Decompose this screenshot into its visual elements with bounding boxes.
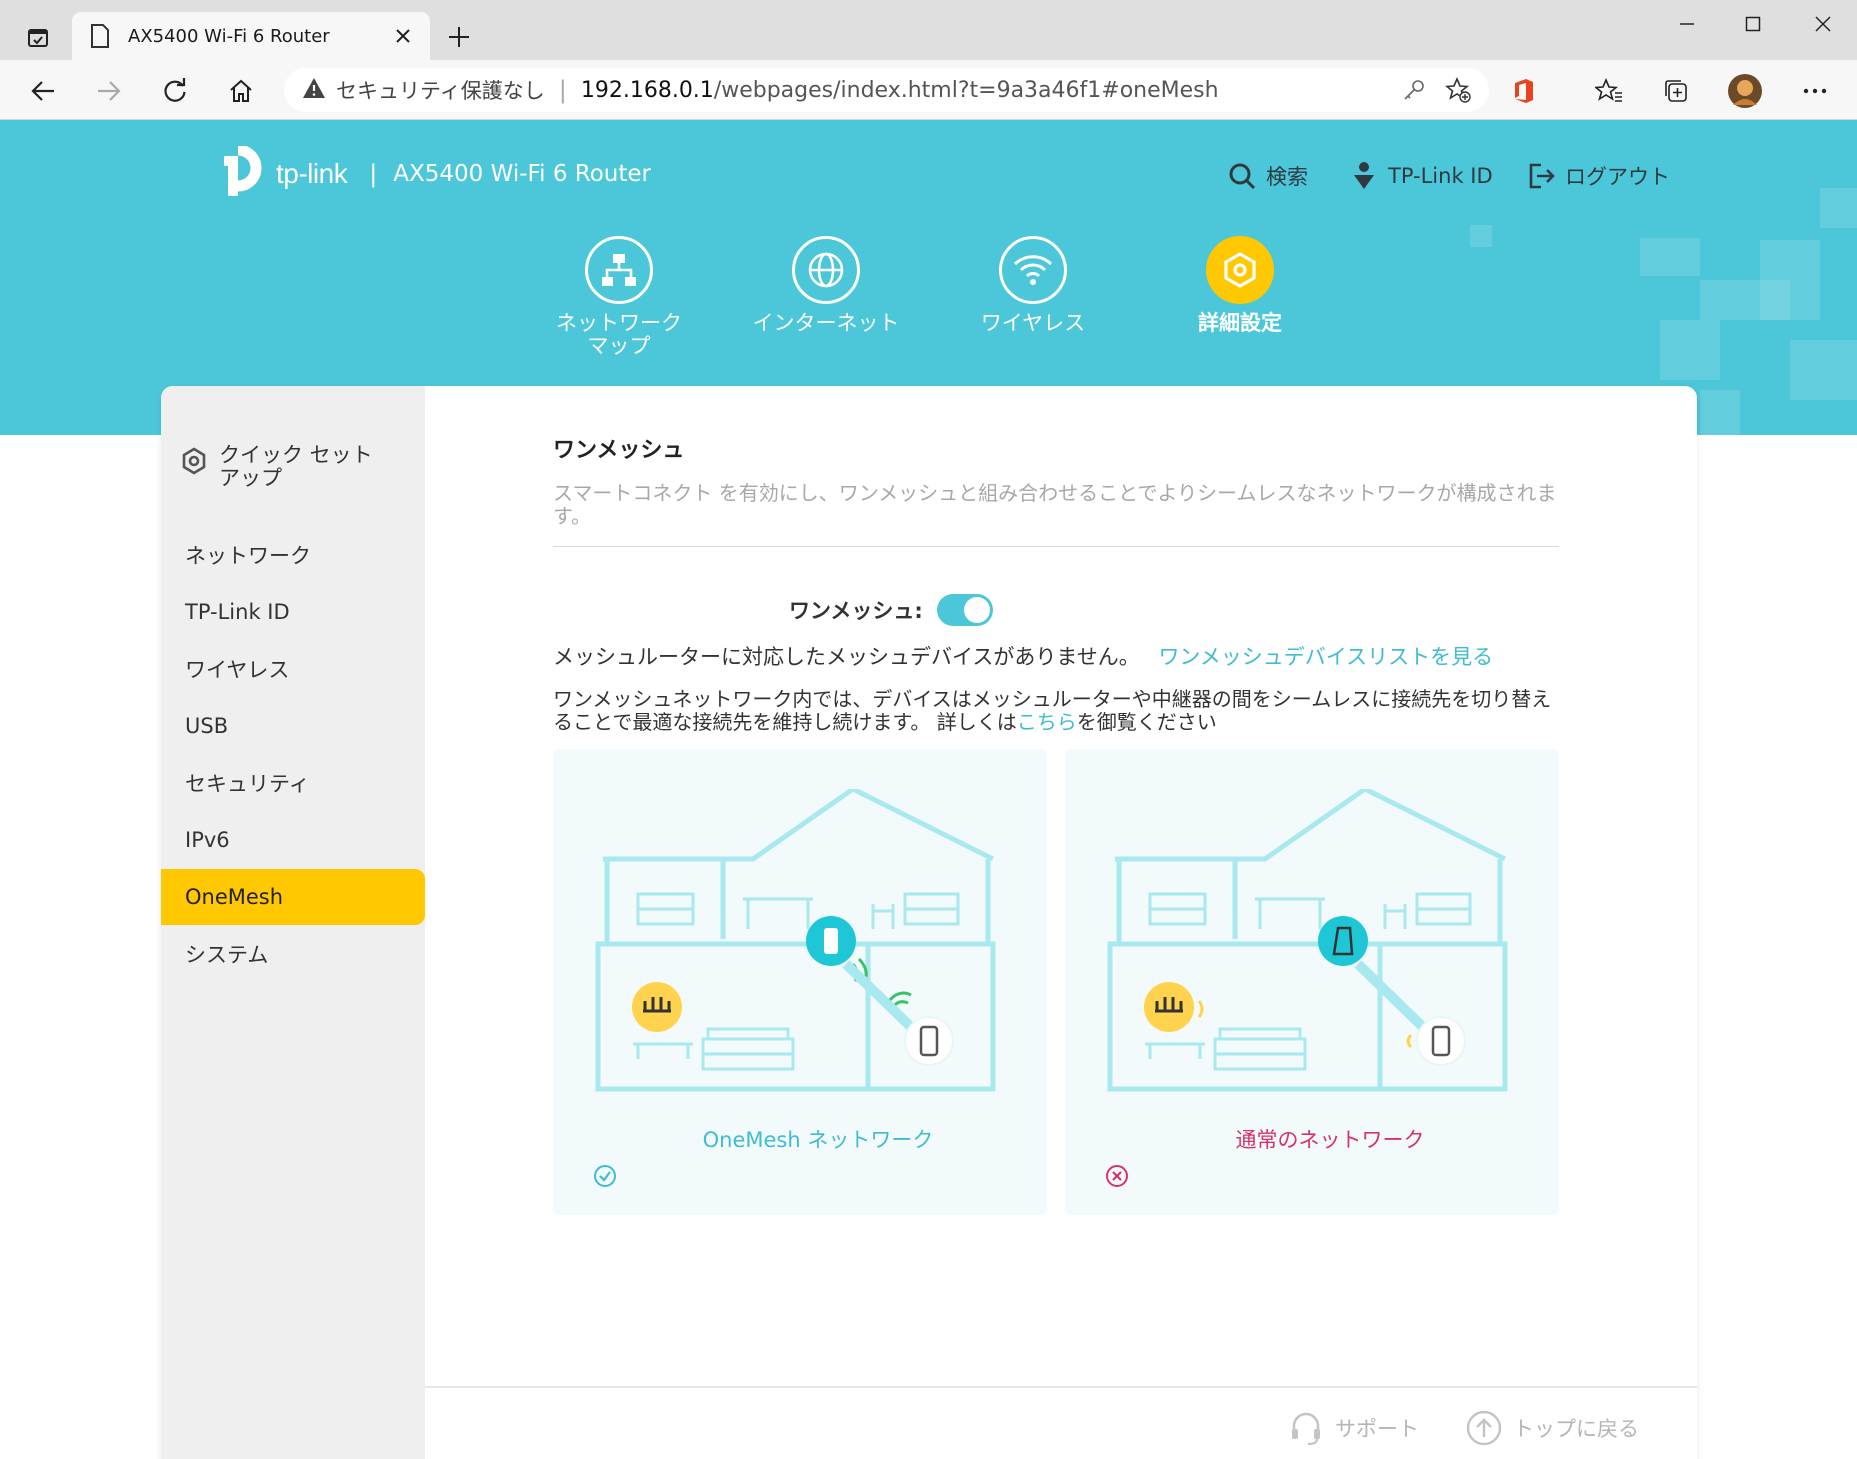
- nav-network-map[interactable]: ネットワーク マップ: [529, 236, 709, 358]
- nav-internet[interactable]: インターネット: [736, 236, 916, 335]
- search-icon: [1226, 160, 1258, 192]
- browser-titlebar: AX5400 Wi-Fi 6 Router: [0, 0, 1857, 60]
- normal-caption: 通常のネットワーク: [1065, 1124, 1559, 1187]
- reload-icon[interactable]: [154, 70, 196, 112]
- tab-title: AX5400 Wi-Fi 6 Router: [128, 25, 330, 47]
- sidebar-item-label: ネットワーク: [185, 544, 311, 568]
- device-list-link[interactable]: ワンメッシュデバイスリストを見る: [1158, 645, 1493, 669]
- headset-icon: [1287, 1409, 1325, 1447]
- sidebar-item-system[interactable]: システム: [161, 926, 425, 982]
- tab-close-icon[interactable]: [390, 23, 416, 49]
- url-text[interactable]: 192.168.0.1/webpages/index.html?t=9a3a46…: [581, 78, 1219, 103]
- no-device-message: メッシュルーターに対応したメッシュデバイスがありません。 ワンメッシュデバイスリ…: [553, 645, 1494, 669]
- support-button[interactable]: サポート: [1287, 1408, 1419, 1448]
- logout-icon: [1525, 160, 1557, 192]
- tplink-id-icon: [1348, 160, 1380, 192]
- sidebar-item-label: USB: [185, 714, 229, 738]
- tab-actions-icon[interactable]: [18, 18, 58, 58]
- gear-icon: [1206, 236, 1274, 304]
- sidebar-item-label: OneMesh: [185, 885, 284, 909]
- main-card: クイック セット アップ ネットワーク TP-Link ID ワイヤレス USB…: [161, 386, 1697, 1459]
- home-icon[interactable]: [220, 70, 262, 112]
- arrow-up-circle-icon: [1465, 1409, 1503, 1447]
- nav-advanced-label: 詳細設定: [1198, 311, 1282, 335]
- sidebar-item-label: クイック セット アップ: [219, 443, 373, 490]
- nav-network-map-label: ネットワーク マップ: [556, 311, 682, 358]
- nav-wireless-label: ワイヤレス: [980, 311, 1086, 335]
- onemesh-caption: OneMesh ネットワーク: [553, 1124, 1047, 1187]
- back-to-top-button[interactable]: トップに戻る: [1465, 1408, 1639, 1448]
- divider: [553, 546, 1559, 547]
- security-label[interactable]: セキュリティ保護なし: [336, 75, 545, 105]
- browser-toolbar: セキュリティ保護なし | 192.168.0.1/webpages/index.…: [0, 60, 1857, 120]
- office-extension-icon[interactable]: [1503, 70, 1545, 112]
- sidebar-item-label: TP-Link ID: [185, 600, 290, 624]
- sidebar-item-label: セキュリティ: [185, 772, 310, 796]
- onemesh-toggle-label: ワンメッシュ:: [789, 599, 923, 623]
- nav-wireless[interactable]: ワイヤレス: [943, 236, 1123, 335]
- router-page: tp-link | AX5400 Wi-Fi 6 Router 検索 TP-Li…: [0, 120, 1857, 1459]
- sidebar-item-label: IPv6: [185, 828, 230, 852]
- globe-icon: [792, 236, 860, 304]
- details-link[interactable]: こちら: [1017, 710, 1077, 734]
- tp-link-logo-icon: [224, 146, 262, 196]
- product-name: AX5400 Wi-Fi 6 Router: [393, 161, 651, 187]
- nav-advanced[interactable]: 詳細設定: [1150, 236, 1330, 335]
- check-circle-icon: [594, 1126, 693, 1187]
- onemesh-network-panel: OneMesh ネットワーク: [553, 749, 1047, 1215]
- sidebar-item-usb[interactable]: USB: [161, 698, 425, 754]
- add-favorite-icon[interactable]: [1443, 75, 1473, 105]
- normal-house-illustration: [1107, 789, 1508, 1092]
- logout-button[interactable]: ログアウト: [1525, 156, 1670, 196]
- address-bar[interactable]: セキュリティ保護なし | 192.168.0.1/webpages/index.…: [284, 68, 1489, 112]
- back-icon[interactable]: [22, 70, 64, 112]
- sidebar-item-security[interactable]: セキュリティ: [161, 755, 425, 811]
- onemesh-toggle-row: ワンメッシュ:: [789, 594, 993, 626]
- minimize-icon[interactable]: [1654, 0, 1720, 48]
- sidebar: クイック セット アップ ネットワーク TP-Link ID ワイヤレス USB…: [161, 386, 425, 1459]
- collections-icon[interactable]: [1655, 70, 1697, 112]
- network-map-icon: [585, 236, 653, 304]
- browser-tab[interactable]: AX5400 Wi-Fi 6 Router: [72, 12, 430, 60]
- page-description: スマートコネクト を有効にし、ワンメッシュと組み合わせることでよりシームレスなネ…: [553, 481, 1557, 528]
- sidebar-item-label: システム: [185, 943, 269, 967]
- page-favicon-icon: [86, 22, 114, 50]
- favorites-icon[interactable]: [1588, 70, 1630, 112]
- maximize-icon[interactable]: [1720, 0, 1786, 48]
- sidebar-item-tplink-id[interactable]: TP-Link ID: [161, 584, 425, 640]
- sidebar-item-quick-setup[interactable]: クイック セット アップ: [179, 444, 419, 490]
- brand-name: tp-link: [276, 158, 348, 189]
- nav-internet-label: インターネット: [752, 311, 900, 335]
- sidebar-item-network[interactable]: ネットワーク: [161, 527, 425, 583]
- error-circle-icon: [1106, 1126, 1226, 1187]
- close-window-icon[interactable]: [1790, 0, 1856, 48]
- search-button[interactable]: 検索: [1226, 156, 1308, 196]
- sidebar-item-label: ワイヤレス: [185, 658, 290, 682]
- page-footer: サポート トップに戻る: [425, 1386, 1697, 1459]
- sidebar-item-wireless[interactable]: ワイヤレス: [161, 641, 425, 697]
- more-menu-icon[interactable]: [1794, 70, 1836, 112]
- quick-setup-gear-icon: [179, 446, 209, 476]
- wifi-icon: [999, 236, 1067, 304]
- sidebar-item-ipv6[interactable]: IPv6: [161, 812, 425, 868]
- warning-icon[interactable]: [302, 77, 326, 103]
- onemesh-house-illustration: [595, 789, 996, 1092]
- sidebar-item-onemesh[interactable]: OneMesh: [161, 869, 425, 925]
- tp-link-logo: tp-link | AX5400 Wi-Fi 6 Router: [214, 146, 651, 202]
- onemesh-toggle[interactable]: [936, 594, 993, 626]
- normal-network-panel: 通常のネットワーク: [1065, 749, 1559, 1215]
- onemesh-info-text: ワンメッシュネットワーク内では、デバイスはメッシュルーターや中継器の間をシームレ…: [553, 687, 1552, 734]
- forward-icon[interactable]: [88, 70, 130, 112]
- key-icon[interactable]: [1399, 75, 1429, 105]
- tplink-id-button[interactable]: TP-Link ID: [1348, 156, 1493, 196]
- new-tab-icon[interactable]: [440, 18, 478, 56]
- profile-avatar[interactable]: [1724, 70, 1766, 112]
- page-title: ワンメッシュ: [553, 438, 685, 463]
